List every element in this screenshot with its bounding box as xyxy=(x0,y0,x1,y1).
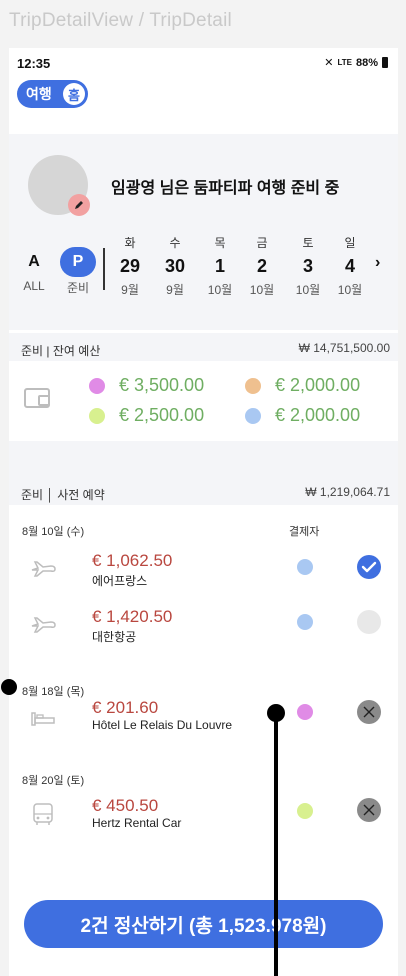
x-icon xyxy=(363,804,375,816)
trip-hero: 임광영 님은 둠파티파 여행 준비 중 A ALL P 준비 화 29 9월 수… xyxy=(9,134,398,330)
budget-amount: € 2,500.00 xyxy=(119,405,205,425)
status-icons: ✕ LTE 88% xyxy=(324,56,388,69)
budget-item: € 2,500.00 xyxy=(89,405,204,426)
date-item[interactable]: 화 29 9월 xyxy=(110,234,150,298)
filter-all-label: ALL xyxy=(23,279,45,293)
budget-color-dot xyxy=(245,377,261,394)
bus-icon xyxy=(29,800,57,828)
section-gap xyxy=(9,441,398,477)
reservation-section-label: 준비 │ 사전 예약 xyxy=(21,488,105,502)
reservation-vendor: Hertz Rental Car xyxy=(92,816,182,830)
date-month: 9월 xyxy=(166,283,184,297)
reservation-date-header: 8월 20일 (토) xyxy=(22,775,85,787)
budget-color-dot xyxy=(89,407,105,424)
date-day: 2 xyxy=(256,256,267,276)
budget-section-header: 준비 | 잔여 예산 ₩ 14,751,500.00 xyxy=(9,333,398,361)
date-item[interactable]: 금 2 10월 xyxy=(242,234,282,298)
signal-icon: LTE xyxy=(337,58,352,67)
budget-amount: € 3,500.00 xyxy=(119,375,205,395)
reservation-price[interactable]: € 1,062.50 xyxy=(92,551,172,571)
budget-item: € 2,000.00 xyxy=(245,405,360,426)
reservation-date-header: 8월 10일 (수) xyxy=(22,526,85,538)
date-dow: 일 xyxy=(344,236,356,250)
payer-dot[interactable] xyxy=(297,559,313,575)
reservation-vendor: Hôtel Le Relais Du Louvre xyxy=(92,718,233,732)
status-time: 12:35 xyxy=(17,56,51,71)
hero-title: 임광영 님은 둠파티파 여행 준비 중 xyxy=(111,180,340,197)
annotation-marker xyxy=(1,679,17,695)
date-day: 1 xyxy=(214,256,225,276)
battery-text: 88% xyxy=(355,56,378,69)
date-dow: 수 xyxy=(169,236,181,250)
date-dow: 토 xyxy=(302,236,314,250)
status-bar: 12:35 ✕ LTE 88% xyxy=(9,48,398,78)
budget-amount: € 2,000.00 xyxy=(275,375,361,395)
date-day: 29 xyxy=(119,256,141,276)
budget-item: € 3,500.00 xyxy=(89,375,204,396)
filter-prepare-label: 준비 xyxy=(66,281,90,295)
budget-panel: € 3,500.00 € 2,000.00 € 2,500.00 € 2,000… xyxy=(9,361,398,441)
battery-icon xyxy=(382,57,388,68)
date-day: 4 xyxy=(344,256,355,276)
filter-all[interactable]: A ALL xyxy=(11,247,57,293)
pencil-icon xyxy=(75,201,83,209)
chevron-right-icon[interactable]: › xyxy=(375,254,380,272)
edit-avatar-button[interactable] xyxy=(68,194,90,216)
reservation-date-header: 8월 18일 (목) xyxy=(22,686,85,698)
cancel-status-button[interactable] xyxy=(357,700,381,724)
airplane-icon xyxy=(29,555,57,583)
cancel-status-button[interactable] xyxy=(357,798,381,822)
date-dow: 화 xyxy=(124,236,136,250)
payer-dot[interactable] xyxy=(297,614,313,630)
x-icon xyxy=(363,706,375,718)
payer-dot[interactable] xyxy=(297,704,313,720)
payer-dot[interactable] xyxy=(297,803,313,819)
mode-toggle-label: 여행 xyxy=(26,86,52,102)
date-month: 9월 xyxy=(121,283,139,297)
phone-screen: 12:35 ✕ LTE 88% 여행 홈 임광영 님은 둠파티파 여행 준비 중… xyxy=(9,48,398,976)
budget-item: € 2,000.00 xyxy=(245,375,360,396)
reservation-vendor: 대한항공 xyxy=(92,630,137,644)
filter-divider xyxy=(103,248,105,290)
reservation-vendor: 에어프랑스 xyxy=(92,574,148,588)
bed-icon xyxy=(29,704,57,732)
date-day: 3 xyxy=(302,256,313,276)
airplane-icon xyxy=(29,611,57,639)
date-dow: 금 xyxy=(256,236,268,250)
date-month: 10월 xyxy=(249,283,275,297)
reservation-section-header: 준비 │ 사전 예약 ₩ 1,219,064.71 xyxy=(9,477,398,505)
wallet-icon xyxy=(24,388,50,408)
date-month: 10월 xyxy=(295,283,321,297)
budget-section-label: 준비 | 잔여 예산 xyxy=(21,344,101,358)
date-month: 10월 xyxy=(337,283,363,297)
check-icon xyxy=(361,561,377,573)
date-item[interactable]: 토 3 10월 xyxy=(288,234,328,298)
budget-section-total: ₩ 14,751,500.00 xyxy=(298,341,390,355)
date-dow: 목 xyxy=(214,236,226,250)
date-item[interactable]: 일 4 10월 xyxy=(330,234,370,298)
view-label: TripDetailView / TripDetail xyxy=(9,10,232,31)
reservation-price[interactable]: € 201.60 xyxy=(92,698,158,718)
reservation-price[interactable]: € 1,420.50 xyxy=(92,607,172,627)
filter-all-letter: A xyxy=(28,253,40,270)
date-item[interactable]: 목 1 10월 xyxy=(200,234,240,298)
filter-prepare[interactable]: P 준비 xyxy=(55,247,101,296)
mode-toggle-knob: 홈 xyxy=(63,83,85,105)
budget-color-dot xyxy=(89,377,105,394)
date-item[interactable]: 수 30 9월 xyxy=(155,234,195,298)
annotation-line xyxy=(274,712,278,976)
budget-amount: € 2,000.00 xyxy=(275,405,361,425)
checked-status-button[interactable] xyxy=(357,555,381,579)
settle-button[interactable]: 2건 정산하기 (총 1,523.978원) xyxy=(24,900,383,948)
mode-toggle[interactable]: 여행 홈 xyxy=(17,80,88,108)
reservation-section-total: ₩ 1,219,064.71 xyxy=(305,485,390,499)
payer-column-label: 결제자 xyxy=(289,526,320,538)
unchecked-status-button[interactable] xyxy=(357,610,381,634)
reservation-price[interactable]: € 450.50 xyxy=(92,796,158,816)
mute-icon: ✕ xyxy=(324,57,334,69)
date-month: 10월 xyxy=(207,283,233,297)
filter-prepare-letter: P xyxy=(60,247,96,277)
budget-color-dot xyxy=(245,407,261,424)
date-day: 30 xyxy=(164,256,186,276)
